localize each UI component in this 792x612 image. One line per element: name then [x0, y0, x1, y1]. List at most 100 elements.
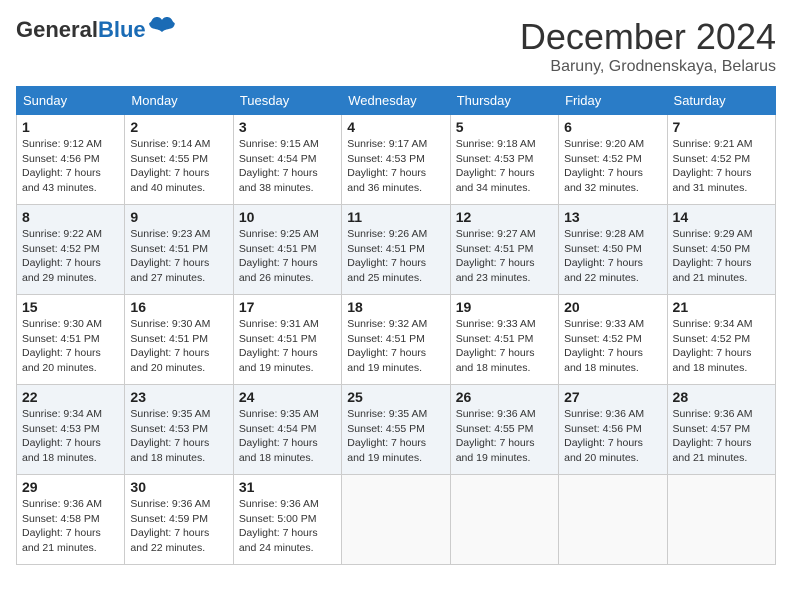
- calendar-cell: 31 Sunrise: 9:36 AMSunset: 5:00 PMDaylig…: [233, 475, 341, 565]
- day-info: Sunrise: 9:30 AMSunset: 4:51 PMDaylight:…: [130, 318, 210, 374]
- day-info: Sunrise: 9:22 AMSunset: 4:52 PMDaylight:…: [22, 228, 102, 284]
- calendar-cell: [667, 475, 775, 565]
- day-number: 19: [456, 299, 553, 315]
- day-number: 18: [347, 299, 444, 315]
- calendar-cell: 13 Sunrise: 9:28 AMSunset: 4:50 PMDaylig…: [559, 205, 667, 295]
- day-number: 15: [22, 299, 119, 315]
- calendar-cell: 12 Sunrise: 9:27 AMSunset: 4:51 PMDaylig…: [450, 205, 558, 295]
- day-info: Sunrise: 9:32 AMSunset: 4:51 PMDaylight:…: [347, 318, 427, 374]
- day-number: 11: [347, 209, 444, 225]
- calendar-cell: 22 Sunrise: 9:34 AMSunset: 4:53 PMDaylig…: [17, 385, 125, 475]
- day-number: 22: [22, 389, 119, 405]
- calendar-cell: 1 Sunrise: 9:12 AMSunset: 4:56 PMDayligh…: [17, 115, 125, 205]
- calendar-cell: 9 Sunrise: 9:23 AMSunset: 4:51 PMDayligh…: [125, 205, 233, 295]
- day-number: 21: [673, 299, 770, 315]
- day-info: Sunrise: 9:25 AMSunset: 4:51 PMDaylight:…: [239, 228, 319, 284]
- day-info: Sunrise: 9:31 AMSunset: 4:51 PMDaylight:…: [239, 318, 319, 374]
- day-info: Sunrise: 9:30 AMSunset: 4:51 PMDaylight:…: [22, 318, 102, 374]
- calendar-header-wednesday: Wednesday: [342, 87, 450, 115]
- day-info: Sunrise: 9:35 AMSunset: 4:54 PMDaylight:…: [239, 408, 319, 464]
- calendar-cell: 18 Sunrise: 9:32 AMSunset: 4:51 PMDaylig…: [342, 295, 450, 385]
- day-info: Sunrise: 9:18 AMSunset: 4:53 PMDaylight:…: [456, 138, 536, 194]
- calendar-cell: [559, 475, 667, 565]
- day-info: Sunrise: 9:36 AMSunset: 4:59 PMDaylight:…: [130, 498, 210, 554]
- calendar-header-thursday: Thursday: [450, 87, 558, 115]
- calendar-week-row: 15 Sunrise: 9:30 AMSunset: 4:51 PMDaylig…: [17, 295, 776, 385]
- day-number: 4: [347, 119, 444, 135]
- calendar-cell: 21 Sunrise: 9:34 AMSunset: 4:52 PMDaylig…: [667, 295, 775, 385]
- calendar-cell: 28 Sunrise: 9:36 AMSunset: 4:57 PMDaylig…: [667, 385, 775, 475]
- calendar-header-saturday: Saturday: [667, 87, 775, 115]
- day-info: Sunrise: 9:28 AMSunset: 4:50 PMDaylight:…: [564, 228, 644, 284]
- calendar-cell: 29 Sunrise: 9:36 AMSunset: 4:58 PMDaylig…: [17, 475, 125, 565]
- day-number: 20: [564, 299, 661, 315]
- day-info: Sunrise: 9:14 AMSunset: 4:55 PMDaylight:…: [130, 138, 210, 194]
- day-number: 29: [22, 479, 119, 495]
- day-number: 3: [239, 119, 336, 135]
- calendar-cell: 10 Sunrise: 9:25 AMSunset: 4:51 PMDaylig…: [233, 205, 341, 295]
- calendar-cell: 30 Sunrise: 9:36 AMSunset: 4:59 PMDaylig…: [125, 475, 233, 565]
- day-info: Sunrise: 9:35 AMSunset: 4:55 PMDaylight:…: [347, 408, 427, 464]
- calendar-cell: 25 Sunrise: 9:35 AMSunset: 4:55 PMDaylig…: [342, 385, 450, 475]
- day-info: Sunrise: 9:36 AMSunset: 4:57 PMDaylight:…: [673, 408, 753, 464]
- calendar-week-row: 1 Sunrise: 9:12 AMSunset: 4:56 PMDayligh…: [17, 115, 776, 205]
- day-info: Sunrise: 9:34 AMSunset: 4:52 PMDaylight:…: [673, 318, 753, 374]
- day-number: 13: [564, 209, 661, 225]
- calendar-cell: 5 Sunrise: 9:18 AMSunset: 4:53 PMDayligh…: [450, 115, 558, 205]
- calendar-cell: 11 Sunrise: 9:26 AMSunset: 4:51 PMDaylig…: [342, 205, 450, 295]
- logo-blue-text: Blue: [98, 17, 146, 43]
- calendar-week-row: 29 Sunrise: 9:36 AMSunset: 4:58 PMDaylig…: [17, 475, 776, 565]
- day-info: Sunrise: 9:17 AMSunset: 4:53 PMDaylight:…: [347, 138, 427, 194]
- calendar-cell: 2 Sunrise: 9:14 AMSunset: 4:55 PMDayligh…: [125, 115, 233, 205]
- logo-bird-icon: [148, 16, 176, 43]
- calendar-header-tuesday: Tuesday: [233, 87, 341, 115]
- day-number: 1: [22, 119, 119, 135]
- day-info: Sunrise: 9:20 AMSunset: 4:52 PMDaylight:…: [564, 138, 644, 194]
- page-header: General Blue December 2024 Baruny, Grodn…: [16, 16, 776, 76]
- calendar-cell: 27 Sunrise: 9:36 AMSunset: 4:56 PMDaylig…: [559, 385, 667, 475]
- day-info: Sunrise: 9:26 AMSunset: 4:51 PMDaylight:…: [347, 228, 427, 284]
- calendar-table: SundayMondayTuesdayWednesdayThursdayFrid…: [16, 86, 776, 565]
- day-number: 10: [239, 209, 336, 225]
- day-number: 23: [130, 389, 227, 405]
- day-info: Sunrise: 9:29 AMSunset: 4:50 PMDaylight:…: [673, 228, 753, 284]
- day-info: Sunrise: 9:23 AMSunset: 4:51 PMDaylight:…: [130, 228, 210, 284]
- calendar-cell: 24 Sunrise: 9:35 AMSunset: 4:54 PMDaylig…: [233, 385, 341, 475]
- day-number: 2: [130, 119, 227, 135]
- title-area: December 2024 Baruny, Grodnenskaya, Bela…: [520, 16, 776, 76]
- day-number: 14: [673, 209, 770, 225]
- day-number: 27: [564, 389, 661, 405]
- day-number: 25: [347, 389, 444, 405]
- day-number: 26: [456, 389, 553, 405]
- day-info: Sunrise: 9:36 AMSunset: 4:55 PMDaylight:…: [456, 408, 536, 464]
- calendar-cell: [342, 475, 450, 565]
- day-info: Sunrise: 9:36 AMSunset: 5:00 PMDaylight:…: [239, 498, 319, 554]
- calendar-cell: 3 Sunrise: 9:15 AMSunset: 4:54 PMDayligh…: [233, 115, 341, 205]
- calendar-cell: 16 Sunrise: 9:30 AMSunset: 4:51 PMDaylig…: [125, 295, 233, 385]
- calendar-cell: 7 Sunrise: 9:21 AMSunset: 4:52 PMDayligh…: [667, 115, 775, 205]
- day-info: Sunrise: 9:36 AMSunset: 4:56 PMDaylight:…: [564, 408, 644, 464]
- day-info: Sunrise: 9:33 AMSunset: 4:51 PMDaylight:…: [456, 318, 536, 374]
- day-number: 5: [456, 119, 553, 135]
- day-number: 7: [673, 119, 770, 135]
- day-number: 16: [130, 299, 227, 315]
- day-info: Sunrise: 9:36 AMSunset: 4:58 PMDaylight:…: [22, 498, 102, 554]
- calendar-cell: 8 Sunrise: 9:22 AMSunset: 4:52 PMDayligh…: [17, 205, 125, 295]
- calendar-cell: 20 Sunrise: 9:33 AMSunset: 4:52 PMDaylig…: [559, 295, 667, 385]
- location-subtitle: Baruny, Grodnenskaya, Belarus: [520, 58, 776, 76]
- calendar-week-row: 8 Sunrise: 9:22 AMSunset: 4:52 PMDayligh…: [17, 205, 776, 295]
- calendar-cell: 26 Sunrise: 9:36 AMSunset: 4:55 PMDaylig…: [450, 385, 558, 475]
- day-number: 12: [456, 209, 553, 225]
- day-info: Sunrise: 9:33 AMSunset: 4:52 PMDaylight:…: [564, 318, 644, 374]
- day-info: Sunrise: 9:34 AMSunset: 4:53 PMDaylight:…: [22, 408, 102, 464]
- day-number: 6: [564, 119, 661, 135]
- day-number: 17: [239, 299, 336, 315]
- calendar-cell: 6 Sunrise: 9:20 AMSunset: 4:52 PMDayligh…: [559, 115, 667, 205]
- month-title: December 2024: [520, 16, 776, 58]
- day-info: Sunrise: 9:15 AMSunset: 4:54 PMDaylight:…: [239, 138, 319, 194]
- calendar-week-row: 22 Sunrise: 9:34 AMSunset: 4:53 PMDaylig…: [17, 385, 776, 475]
- calendar-cell: 4 Sunrise: 9:17 AMSunset: 4:53 PMDayligh…: [342, 115, 450, 205]
- day-info: Sunrise: 9:12 AMSunset: 4:56 PMDaylight:…: [22, 138, 102, 194]
- day-info: Sunrise: 9:27 AMSunset: 4:51 PMDaylight:…: [456, 228, 536, 284]
- calendar-header-sunday: Sunday: [17, 87, 125, 115]
